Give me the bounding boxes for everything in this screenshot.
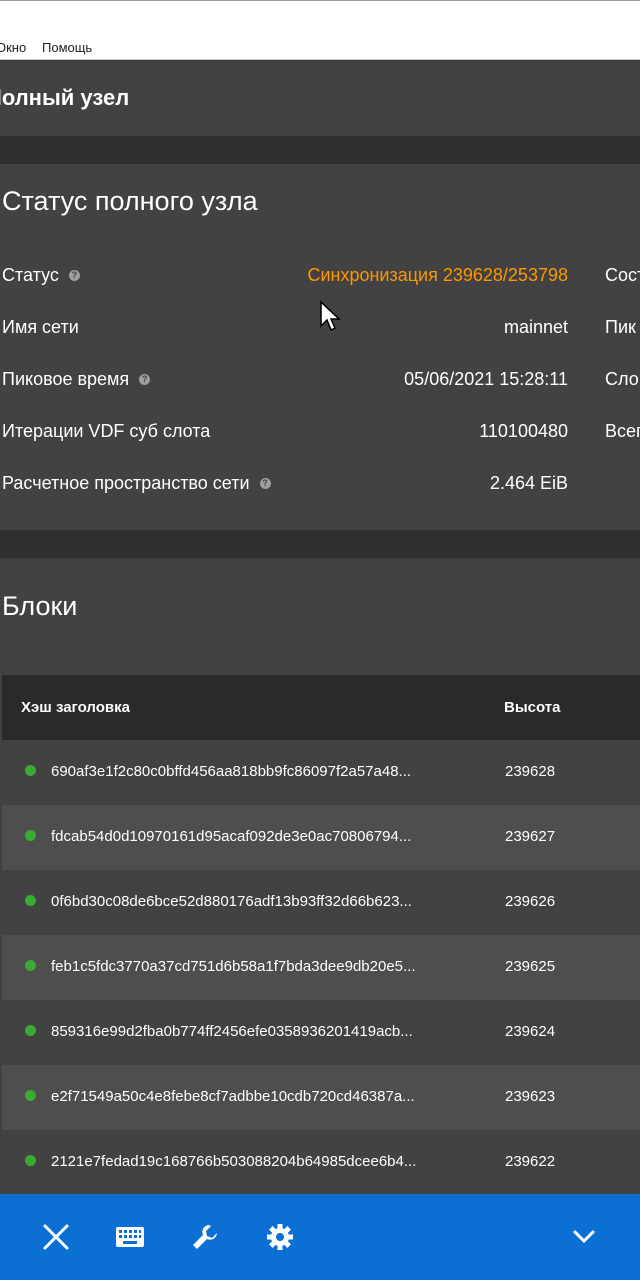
table-row[interactable]: feb1c5fdc3770a37cd751d6b58a1f7bda3dee9db… — [2, 935, 640, 1000]
keyboard-icon[interactable] — [112, 1219, 148, 1255]
block-hash: feb1c5fdc3770a37cd751d6b58a1f7bda3dee9db… — [51, 958, 416, 975]
network-name-label: Имя сети — [2, 317, 79, 338]
status-dot — [25, 960, 36, 971]
right-col-label-1: Сост — [605, 265, 640, 285]
block-height: 239624 — [505, 1023, 556, 1040]
help-icon[interactable]: ? — [259, 478, 271, 489]
status-dot — [25, 1090, 36, 1101]
network-space-label-text: Расчетное пространство сети — [2, 473, 250, 493]
block-hash: 859316e99d2fba0b774ff2456efe035893620141… — [51, 1023, 413, 1040]
status-label-text: Статус — [2, 265, 59, 285]
status-dot — [25, 1025, 36, 1036]
help-icon[interactable]: ? — [68, 270, 80, 281]
menu-bar: Окно Помощь — [0, 0, 640, 60]
network-name-label-text: Имя сети — [2, 317, 79, 337]
status-label: Статус ? — [2, 265, 80, 286]
block-height: 239623 — [505, 1088, 556, 1105]
peak-time-label: Пиковое время ? — [2, 369, 151, 390]
wrench-icon[interactable] — [187, 1219, 223, 1255]
block-hash: 690af3e1f2c80c0bffd456aa818bb9fc86097f2a… — [51, 763, 412, 780]
vdf-iterations-label: Итерации VDF суб слота — [2, 421, 210, 442]
bottom-toolbar — [0, 1194, 640, 1280]
block-height: 239628 — [505, 763, 556, 780]
spacer — [0, 530, 640, 558]
table-row[interactable]: 2121e7fedad19c168766b503088204b64985dcee… — [2, 1130, 640, 1195]
block-hash: 0f6bd30c08de6bce52d880176adf13b93ff32d66… — [51, 893, 412, 910]
close-icon[interactable] — [38, 1219, 74, 1255]
table-row[interactable]: fdcab54d0d10970161d95acaf092de3e0ac70806… — [2, 805, 640, 870]
status-dot — [25, 830, 36, 841]
vdf-iterations-value: 110100480 — [479, 421, 568, 441]
status-card-title: Статус полного узла — [2, 186, 258, 216]
block-height: 239626 — [505, 893, 556, 910]
peak-time-label-text: Пиковое время — [2, 369, 130, 389]
block-hash: e2f71549a50c4e8febe8cf7adbbe10cdb720cd46… — [51, 1088, 415, 1105]
status-dot — [25, 1155, 36, 1166]
blocks-card-title: Блоки — [2, 591, 78, 621]
column-header-hash: Хэш заголовка — [21, 699, 130, 716]
column-header-height: Высота — [504, 699, 561, 716]
table-row[interactable]: 859316e99d2fba0b774ff2456efe035893620141… — [2, 1000, 640, 1065]
status-dot — [25, 765, 36, 776]
network-space-label: Расчетное пространство сети ? — [2, 473, 271, 494]
block-height: 239627 — [505, 828, 556, 845]
window-border — [0, 0, 640, 1]
block-height: 239625 — [505, 958, 556, 975]
table-row[interactable]: 0f6bd30c08de6bce52d880176adf13b93ff32d66… — [2, 870, 640, 935]
block-hash: fdcab54d0d10970161d95acaf092de3e0ac70806… — [51, 828, 412, 845]
right-col-label-4: Всег — [605, 421, 640, 441]
block-hash: 2121e7fedad19c168766b503088204b64985dcee… — [51, 1153, 417, 1170]
chevron-down-icon[interactable] — [566, 1219, 602, 1255]
full-node-status-card: Статус полного узла Статус ? Синхронизац… — [0, 164, 640, 530]
table-row[interactable]: e2f71549a50c4e8febe8cf7adbbe10cdb720cd46… — [2, 1065, 640, 1130]
mouse-cursor-icon — [320, 300, 341, 332]
spacer — [0, 136, 640, 164]
page-title: Полный узел — [0, 85, 130, 110]
network-name-value: mainnet — [503, 317, 568, 337]
right-col-label-3: Сло — [605, 369, 639, 389]
gear-icon[interactable] — [262, 1219, 298, 1255]
app-header: Полный узел — [0, 61, 640, 136]
status-dot — [25, 895, 36, 906]
blocks-table-header: Хэш заголовка Высота — [2, 675, 640, 740]
network-space-value: 2.464 EiB — [489, 473, 568, 493]
help-icon[interactable]: ? — [139, 374, 151, 385]
menu-window[interactable]: Окно — [0, 40, 26, 55]
table-row[interactable]: 690af3e1f2c80c0bffd456aa818bb9fc86097f2a… — [2, 740, 640, 805]
menu-help[interactable]: Помощь — [42, 40, 92, 55]
peak-time-value: 05/06/2021 15:28:11 — [404, 369, 568, 389]
right-col-label-2: Пик — [605, 317, 636, 337]
block-height: 239622 — [505, 1153, 556, 1170]
vdf-iterations-label-text: Итерации VDF суб слота — [2, 421, 211, 441]
status-value: Синхронизация 239628/253798 — [307, 265, 568, 285]
